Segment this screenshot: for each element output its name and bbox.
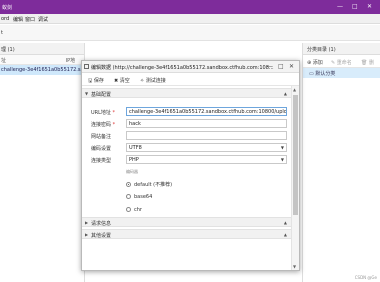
- section-request-label: 请求信息: [91, 221, 112, 227]
- save-button[interactable]: 🖫 保存: [88, 77, 104, 86]
- rename-label: 重命名: [336, 60, 352, 66]
- menu-item-ord[interactable]: ord: [1, 16, 9, 22]
- minimize-button[interactable]: —: [337, 3, 343, 10]
- password-input[interactable]: hack: [126, 119, 287, 128]
- close-x-icon: ✖: [114, 78, 119, 84]
- menu-item-edit[interactable]: 编辑: [13, 16, 23, 23]
- sparkle-icon: ✧: [140, 78, 145, 84]
- type-label: 连接类型: [91, 158, 112, 164]
- required-mark: *: [112, 122, 116, 128]
- menu-item-window[interactable]: 窗口: [25, 16, 35, 23]
- maximize-button[interactable]: □: [352, 3, 358, 10]
- section-basic-label: 基础配置: [91, 92, 112, 98]
- scroll-down-icon[interactable]: ▼: [293, 264, 296, 269]
- password-label: 连接密码 *: [91, 121, 115, 128]
- dialog-scrollbar[interactable]: ▲ ▼: [291, 86, 299, 270]
- section-other-label: 其他设置: [91, 233, 112, 239]
- add-label: 添加: [312, 60, 323, 66]
- shell-list-pane: 理 (1) 址 IP地 challenge-3e4f1651a0b55172.s…: [0, 43, 85, 282]
- section-other-settings[interactable]: ▶ 其他设置 ▲: [82, 229, 291, 239]
- test-connection-button[interactable]: ✧ 测试连接: [140, 77, 166, 84]
- main-titlebar: 蚁剑 — □ ✕: [0, 0, 380, 14]
- radio-icon: [126, 194, 131, 199]
- rename-category-button[interactable]: ✎ 重命名: [331, 59, 352, 66]
- note-label: 网站备注: [91, 134, 112, 140]
- chevron-up-icon: ▲: [283, 91, 287, 96]
- delete-label: 删: [368, 60, 374, 66]
- category-item[interactable]: ▭ 默认分类: [303, 68, 380, 78]
- category-toolbar: ⊕ 添加 ✎ 重命名 🗑 删: [303, 55, 380, 68]
- chevron-down-icon: ▼: [280, 157, 284, 162]
- test-label: 测试连接: [145, 78, 166, 84]
- radio-icon: [126, 207, 131, 212]
- column-address[interactable]: 址: [1, 58, 6, 64]
- note-input[interactable]: [126, 131, 287, 140]
- menu-bar: ord 编辑 窗口 调试: [0, 14, 380, 24]
- chevron-up-icon: ▲: [283, 232, 287, 237]
- encoder-radio-chr[interactable]: chr: [126, 207, 142, 213]
- section-basic-config[interactable]: ▼ 基础配置 ▲: [82, 88, 291, 98]
- toolbar-label: t: [1, 30, 3, 36]
- category-label: 默认分类: [315, 71, 336, 77]
- clear-label: 清空: [119, 78, 130, 84]
- url-input[interactable]: challenge-3e4f1651a0b55172.sandbox.ctfhu…: [126, 107, 287, 116]
- section-request-info[interactable]: ▶ 请求信息 ▲: [82, 217, 291, 227]
- category-header: 分类目录 (1): [303, 43, 380, 55]
- window-title: 蚁剑: [2, 5, 13, 11]
- encoder-option-label: base64: [134, 194, 153, 200]
- type-value: PHP: [129, 157, 139, 163]
- password-label-text: 连接密码: [91, 122, 112, 128]
- shell-list-header: 理 (1): [0, 43, 84, 55]
- required-mark: *: [112, 110, 116, 116]
- encoder-option-label: default (不推荐): [134, 182, 173, 188]
- url-label-text: URL地址: [91, 110, 111, 116]
- save-label: 保存: [93, 78, 104, 84]
- folder-icon: ▭: [309, 71, 314, 77]
- encoder-label: 编码器: [126, 169, 138, 174]
- scroll-up-icon[interactable]: ▲: [293, 87, 296, 92]
- scrollbar-thumb[interactable]: [293, 95, 298, 215]
- dialog-title: 编辑数据 (http://challenge-3e4f1651a0b55172.…: [91, 65, 274, 71]
- clear-button[interactable]: ✖ 清空: [114, 77, 130, 84]
- delete-category-button[interactable]: 🗑 删: [361, 59, 374, 66]
- collapse-arrow-icon: ▶: [85, 220, 89, 225]
- type-select[interactable]: PHP ▼: [126, 155, 287, 164]
- table-row[interactable]: challenge-3e4f1651a0b55172.sandbox.ctfhu…: [0, 65, 84, 75]
- encoding-value: UTF8: [129, 145, 142, 151]
- watermark: CSDN @Ge: [354, 275, 377, 280]
- url-label: URL地址 *: [91, 109, 115, 116]
- dialog-titlebar: 编辑数据 (http://challenge-3e4f1651a0b55172.…: [82, 61, 299, 73]
- encoder-radio-base64[interactable]: base64: [126, 194, 152, 200]
- collapse-arrow-icon: ▶: [85, 232, 89, 237]
- close-button[interactable]: ✕: [367, 3, 372, 10]
- category-pane: 分类目录 (1) ⊕ 添加 ✎ 重命名 🗑 删 ▭ 默认分类 CSDN @Ge: [302, 43, 380, 282]
- main-toolbar: t: [0, 25, 380, 41]
- expand-arrow-icon: ▼: [85, 91, 89, 96]
- dialog-minimize-button[interactable]: —: [267, 63, 273, 70]
- dialog-maximize-button[interactable]: □: [278, 63, 284, 70]
- chevron-down-icon: ▼: [280, 145, 284, 150]
- edit-data-dialog: 编辑数据 (http://challenge-3e4f1651a0b55172.…: [81, 60, 300, 271]
- chevron-up-icon: ▲: [283, 220, 287, 225]
- save-icon: 🖫: [88, 78, 93, 84]
- encoding-label: 编码设置: [91, 146, 112, 152]
- encoding-select[interactable]: UTF8 ▼: [126, 143, 287, 152]
- dialog-close-button[interactable]: ✕: [289, 63, 294, 70]
- radio-icon: [126, 182, 131, 187]
- column-ip[interactable]: IP地: [66, 58, 76, 64]
- window-icon: [84, 64, 89, 69]
- column-header: 址 IP地: [0, 55, 84, 65]
- encoder-radio-default[interactable]: default (不推荐): [126, 181, 172, 188]
- encoder-option-label: chr: [134, 207, 142, 213]
- dialog-toolbar: 🖫 保存 ✖ 清空 ✧ 测试连接: [82, 73, 299, 86]
- add-category-button[interactable]: ⊕ 添加: [307, 59, 323, 66]
- menu-item-debug[interactable]: 调试: [38, 16, 48, 23]
